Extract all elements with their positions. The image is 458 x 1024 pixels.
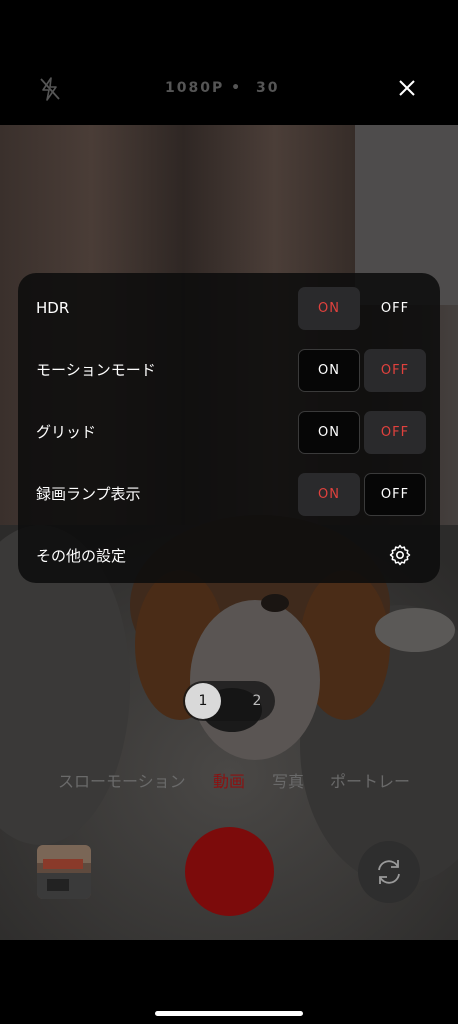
capture-mode-selector: スローモーション 動画 写真 ポートレー <box>0 768 458 792</box>
recording-lamp-toggle: ON OFF <box>298 473 426 516</box>
mode-slow-motion[interactable]: スローモーション <box>58 768 186 792</box>
video-settings-panel: HDR ON OFF モーションモード ON OFF グリッド ON OFF 録… <box>18 273 440 583</box>
mode-photo[interactable]: 写真 <box>272 768 304 792</box>
settings-row-recording-lamp: 録画ランプ表示 ON OFF <box>18 463 440 525</box>
grid-toggle: ON OFF <box>298 411 426 454</box>
settings-row-motion-mode: モーションモード ON OFF <box>18 339 440 401</box>
recording-lamp-on-button[interactable]: ON <box>298 473 360 516</box>
recording-lamp-label: 録画ランプ表示 <box>36 485 141 503</box>
close-icon[interactable] <box>396 77 418 99</box>
hdr-label: HDR <box>36 299 70 317</box>
motion-mode-label: モーションモード <box>36 361 156 379</box>
mode-video[interactable]: 動画 <box>213 768 245 792</box>
hdr-toggle: ON OFF <box>298 287 426 330</box>
fps-label[interactable]: 30 <box>256 80 279 96</box>
recording-lamp-off-button[interactable]: OFF <box>364 473 426 516</box>
camera-top-bar: 1080P • 30 <box>0 0 458 125</box>
camera-switch-icon <box>378 860 400 884</box>
flash-off-icon[interactable] <box>38 76 62 102</box>
mode-portrait[interactable]: ポートレー <box>330 768 410 792</box>
settings-row-grid: グリッド ON OFF <box>18 401 440 463</box>
gallery-thumbnail[interactable] <box>37 845 91 899</box>
gear-icon[interactable] <box>388 543 412 567</box>
hdr-off-button[interactable]: OFF <box>364 287 426 330</box>
more-settings-label: その他の設定 <box>36 547 127 565</box>
zoom-selector: 1 2 <box>183 681 275 721</box>
grid-on-button[interactable]: ON <box>298 411 360 454</box>
zoom-1x-button[interactable]: 1 <box>185 683 221 719</box>
zoom-2x-button[interactable]: 2 <box>239 683 275 719</box>
grid-label: グリッド <box>36 423 97 441</box>
settings-row-more[interactable]: その他の設定 <box>18 525 440 587</box>
settings-row-hdr: HDR ON OFF <box>18 277 440 339</box>
grid-off-button[interactable]: OFF <box>364 411 426 454</box>
switch-camera-button[interactable] <box>358 841 420 903</box>
motion-mode-toggle: ON OFF <box>298 349 426 392</box>
hdr-on-button[interactable]: ON <box>298 287 360 330</box>
motion-mode-off-button[interactable]: OFF <box>364 349 426 392</box>
record-button[interactable] <box>185 827 274 916</box>
motion-mode-on-button[interactable]: ON <box>298 349 360 392</box>
home-indicator[interactable] <box>155 1011 303 1016</box>
resolution-label[interactable]: 1080P • <box>165 80 242 96</box>
